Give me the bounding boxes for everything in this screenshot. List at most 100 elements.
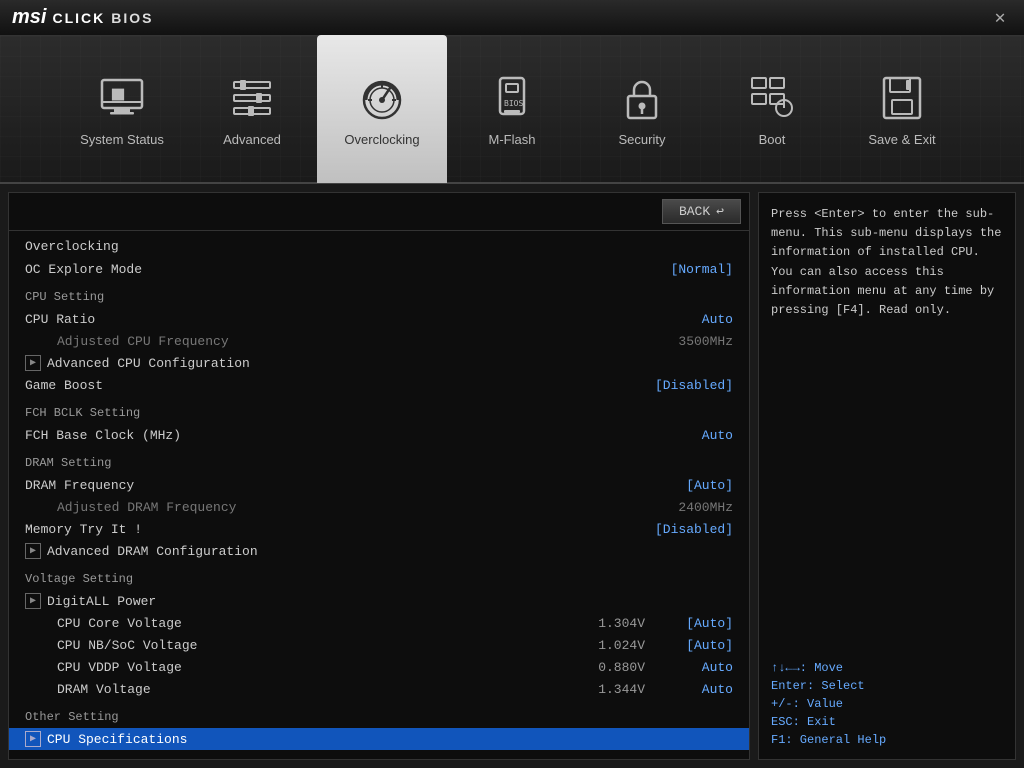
setting-name: CPU Ratio — [25, 312, 653, 327]
help-text: Press <Enter> to enter the sub-menu. Thi… — [771, 205, 1003, 649]
setting-memory-try-it[interactable]: Memory Try It ! [Disabled] — [9, 518, 749, 540]
setting-digitall-power[interactable]: ▶ DigitALL Power — [9, 590, 749, 612]
setting-name: Adjusted CPU Frequency — [25, 334, 653, 349]
back-label: BACK — [679, 204, 710, 219]
nav-system-status[interactable]: ██ System Status — [57, 35, 187, 183]
nav-system-status-label: System Status — [80, 132, 164, 147]
setting-name: ▶ Advanced CPU Configuration — [25, 355, 653, 371]
setting-name: ▶ Advanced DRAM Configuration — [25, 543, 653, 559]
group-other-setting: Other Setting — [9, 700, 749, 728]
key-move: ↑↓←→: Move — [771, 661, 1003, 675]
setting-value: Auto — [653, 660, 733, 675]
nav-save-exit-label: Save & Exit — [868, 132, 935, 147]
key-select: Enter: Select — [771, 679, 1003, 693]
setting-name: ▶ DigitALL Power — [25, 593, 653, 609]
nav-advanced[interactable]: Advanced — [187, 35, 317, 183]
nav-overclocking[interactable]: Overclocking — [317, 35, 447, 183]
setting-adj-dram-freq: Adjusted DRAM Frequency 2400MHz — [9, 496, 749, 518]
setting-cpu-vddp-voltage[interactable]: CPU VDDP Voltage 0.880V Auto — [9, 656, 749, 678]
svg-text:██: ██ — [111, 88, 125, 101]
setting-name: FCH Base Clock (MHz) — [25, 428, 653, 443]
help-panel: Press <Enter> to enter the sub-menu. Thi… — [758, 192, 1016, 760]
setting-val1: 1.024V — [585, 638, 645, 653]
setting-name: CPU Core Voltage — [25, 616, 585, 631]
logo-click-text: CLICK — [52, 10, 105, 26]
nav-save-exit[interactable]: Save & Exit — [837, 35, 967, 183]
setting-value: [Normal] — [653, 262, 733, 277]
setting-val1: 1.304V — [585, 616, 645, 631]
setting-val1: 0.880V — [585, 660, 645, 675]
setting-oc-explore-mode[interactable]: OC Explore Mode [Normal] — [9, 258, 749, 280]
settings-panel: BACK ↩ Overclocking OC Explore Mode [Nor… — [8, 192, 750, 760]
setting-value: [Auto] — [653, 616, 733, 631]
setting-name: DRAM Frequency — [25, 478, 653, 493]
group-voltage-setting: Voltage Setting — [9, 562, 749, 590]
key-value: +/-: Value — [771, 697, 1003, 711]
settings-list[interactable]: OC Explore Mode [Normal] CPU Setting CPU… — [9, 258, 749, 759]
setting-value: [Auto] — [653, 638, 733, 653]
setting-name: ▶ CPU Specifications — [25, 731, 653, 747]
key-guide: ↑↓←→: Move Enter: Select +/-: Value ESC:… — [771, 661, 1003, 747]
lock-icon — [616, 72, 668, 124]
setting-fch-base-clock[interactable]: FCH Base Clock (MHz) Auto — [9, 424, 749, 446]
setting-adv-dram-config[interactable]: ▶ Advanced DRAM Configuration — [9, 540, 749, 562]
power-icon — [746, 72, 798, 124]
main-content: BACK ↩ Overclocking OC Explore Mode [Nor… — [0, 184, 1024, 768]
nav-mflash[interactable]: BIOS M-Flash — [447, 35, 577, 183]
navbar: ██ System Status Advanced — [0, 36, 1024, 184]
sub-indicator: ▶ — [25, 355, 41, 371]
sub-indicator: ▶ — [25, 593, 41, 609]
setting-name: Game Boost — [25, 378, 653, 393]
setting-value: Auto — [653, 428, 733, 443]
setting-value: Auto — [653, 682, 733, 697]
sub-indicator: ▶ — [25, 543, 41, 559]
logo-bios-text: BIOS — [111, 10, 153, 26]
setting-value: [Disabled] — [653, 522, 733, 537]
setting-name: CPU NB/SoC Voltage — [25, 638, 585, 653]
nav-mflash-label: M-Flash — [489, 132, 536, 147]
back-arrow-icon: ↩ — [716, 204, 724, 219]
setting-cpu-specifications[interactable]: ▶ CPU Specifications — [9, 728, 749, 750]
key-exit: ESC: Exit — [771, 715, 1003, 729]
setting-name: Memory Try It ! — [25, 522, 653, 537]
section-title: Overclocking — [9, 231, 749, 258]
gauge-icon — [356, 72, 408, 124]
setting-value: 2400MHz — [653, 500, 733, 515]
setting-cpu-core-voltage[interactable]: CPU Core Voltage 1.304V [Auto] — [9, 612, 749, 634]
group-cpu-setting: CPU Setting — [9, 280, 749, 308]
svg-text:BIOS: BIOS — [504, 99, 523, 108]
logo: msi CLICK BIOS — [12, 6, 153, 29]
nav-advanced-label: Advanced — [223, 132, 281, 147]
setting-name: CPU VDDP Voltage — [25, 660, 585, 675]
setting-adv-cpu-config[interactable]: ▶ Advanced CPU Configuration — [9, 352, 749, 374]
setting-cpu-ratio[interactable]: CPU Ratio Auto — [9, 308, 749, 330]
monitor-icon: ██ — [96, 72, 148, 124]
logo-msi: msi — [12, 6, 46, 29]
nav-overclocking-label: Overclocking — [344, 132, 419, 147]
titlebar: msi CLICK BIOS ✕ — [0, 0, 1024, 36]
setting-name: OC Explore Mode — [25, 262, 653, 277]
setting-value: [Auto] — [653, 478, 733, 493]
back-button[interactable]: BACK ↩ — [662, 199, 741, 224]
sub-indicator-active: ▶ — [25, 731, 41, 747]
setting-value: 3500MHz — [653, 334, 733, 349]
key-help: F1: General Help — [771, 733, 1003, 747]
sliders-icon — [226, 72, 278, 124]
nav-boot-label: Boot — [759, 132, 786, 147]
nav-security[interactable]: Security — [577, 35, 707, 183]
setting-value: Auto — [653, 312, 733, 327]
setting-name: DRAM Voltage — [25, 682, 585, 697]
setting-value: [Disabled] — [653, 378, 733, 393]
setting-val1: 1.344V — [585, 682, 645, 697]
setting-dram-frequency[interactable]: DRAM Frequency [Auto] — [9, 474, 749, 496]
setting-adj-cpu-freq: Adjusted CPU Frequency 3500MHz — [9, 330, 749, 352]
setting-game-boost[interactable]: Game Boost [Disabled] — [9, 374, 749, 396]
setting-cpu-nb-voltage[interactable]: CPU NB/SoC Voltage 1.024V [Auto] — [9, 634, 749, 656]
group-dram-setting: DRAM Setting — [9, 446, 749, 474]
close-button[interactable]: ✕ — [988, 6, 1012, 30]
usb-icon: BIOS — [486, 72, 538, 124]
panel-header: BACK ↩ — [9, 193, 749, 231]
group-fch-bclk: FCH BCLK Setting — [9, 396, 749, 424]
setting-dram-voltage[interactable]: DRAM Voltage 1.344V Auto — [9, 678, 749, 700]
nav-boot[interactable]: Boot — [707, 35, 837, 183]
